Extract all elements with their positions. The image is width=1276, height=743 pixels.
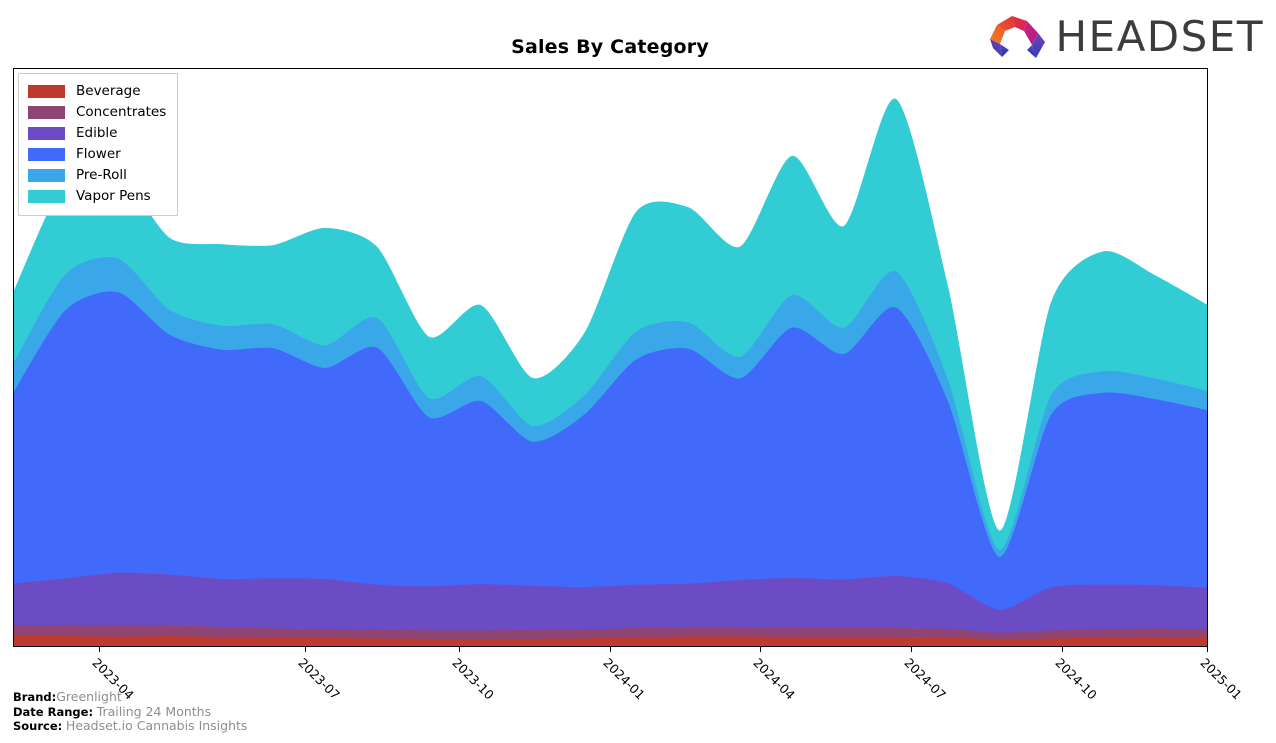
legend-swatch-vapor-pens bbox=[28, 190, 65, 203]
meta-value-date-range: Trailing 24 Months bbox=[96, 703, 212, 719]
legend-item-vapor-pens[interactable]: Vapor Pens bbox=[28, 186, 166, 207]
x-tick-mark bbox=[459, 647, 460, 652]
legend-item-pre-roll[interactable]: Pre-Roll bbox=[28, 165, 166, 186]
x-tick-label: 2025-01 bbox=[1197, 655, 1245, 703]
legend-label-edible: Edible bbox=[76, 124, 118, 141]
meta-key-source: Source: bbox=[13, 719, 63, 733]
legend-label-flower: Flower bbox=[76, 145, 121, 162]
legend-label-pre-roll: Pre-Roll bbox=[76, 166, 127, 183]
x-tick-mark bbox=[1207, 647, 1208, 652]
x-tick-mark bbox=[305, 647, 306, 652]
legend-swatch-edible bbox=[28, 127, 65, 140]
legend-swatch-beverage bbox=[28, 85, 65, 98]
meta-key-date-range: Date Range: bbox=[13, 704, 94, 719]
x-tick-label: 2023-07 bbox=[295, 655, 343, 703]
legend-item-beverage[interactable]: Beverage bbox=[28, 81, 166, 102]
footer-metadata: Brand:Greenlight Date Range: Trailing 24… bbox=[13, 689, 248, 734]
meta-key-brand: Brand: bbox=[13, 690, 57, 704]
x-tick-mark bbox=[1062, 647, 1063, 652]
meta-value-brand: Greenlight bbox=[56, 689, 122, 704]
legend-item-edible[interactable]: Edible bbox=[28, 123, 166, 144]
x-tick-mark bbox=[760, 647, 761, 652]
meta-row-date-range: Date Range: Trailing 24 Months bbox=[13, 703, 247, 720]
x-tick-label: 2024-07 bbox=[901, 655, 949, 703]
x-tick-label: 2024-01 bbox=[600, 655, 648, 703]
x-tick-mark bbox=[911, 647, 912, 652]
legend-swatch-pre-roll bbox=[28, 169, 65, 182]
legend-label-vapor-pens: Vapor Pens bbox=[76, 187, 151, 204]
legend-label-beverage: Beverage bbox=[76, 82, 141, 99]
x-tick-mark bbox=[610, 647, 611, 652]
x-tick-mark bbox=[99, 647, 100, 652]
headset-logo-icon bbox=[990, 16, 1046, 58]
legend-swatch-flower bbox=[28, 148, 65, 161]
meta-row-brand: Brand:Greenlight bbox=[13, 689, 247, 705]
legend-item-concentrates[interactable]: Concentrates bbox=[28, 102, 166, 123]
meta-value-source: Headset.io Cannabis Insights bbox=[65, 718, 248, 733]
x-tick-label: 2023-10 bbox=[449, 655, 497, 703]
legend-label-concentrates: Concentrates bbox=[76, 103, 167, 120]
legend-swatch-concentrates bbox=[28, 106, 65, 119]
legend-item-flower[interactable]: Flower bbox=[28, 144, 166, 165]
stacked-area-chart bbox=[14, 98, 1207, 646]
chart-legend: Beverage Concentrates Edible Flower Pre-… bbox=[18, 73, 179, 216]
logo-wordmark: HEADSET bbox=[1055, 12, 1264, 61]
meta-row-source: Source: Headset.io Cannabis Insights bbox=[13, 718, 248, 734]
x-tick-label: 2024-04 bbox=[750, 655, 798, 703]
chart-plot-area bbox=[13, 68, 1208, 647]
x-tick-label: 2024-10 bbox=[1052, 655, 1100, 703]
headset-logo: HEADSET bbox=[987, 11, 1264, 63]
